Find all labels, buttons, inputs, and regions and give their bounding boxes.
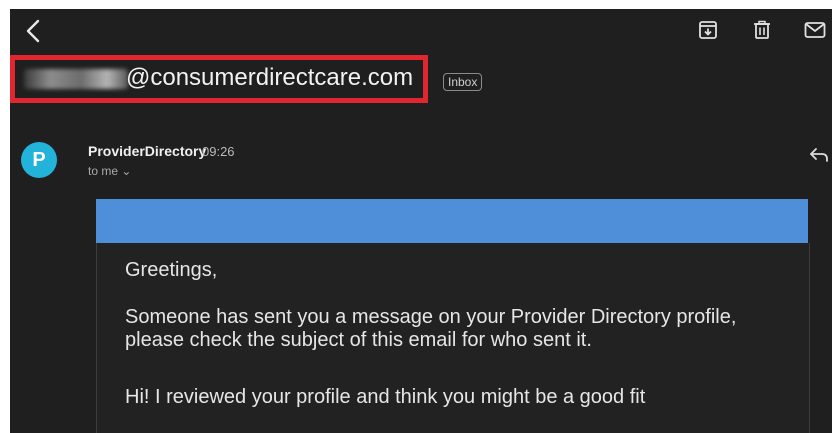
reply-icon [810, 148, 828, 162]
archive-icon [699, 21, 717, 39]
body-paragraph: Hi! I reviewed your profile and think yo… [125, 386, 646, 408]
email-view: @consumerdirectcare.com Inbox P Provider… [10, 9, 832, 433]
reply-button[interactable] [806, 142, 832, 168]
back-button[interactable] [18, 13, 48, 49]
redacted-email-prefix [24, 69, 128, 89]
subject-row: @consumerdirectcare.com Inbox [10, 55, 832, 103]
inbox-label-badge[interactable]: Inbox [443, 73, 483, 91]
message-time: 09:26 [202, 144, 235, 159]
mark-unread-button[interactable] [802, 17, 828, 43]
greeting-text: Greetings, [125, 259, 218, 281]
trash-icon [754, 20, 770, 39]
message-body: Greetings, Someone has sent you a messag… [96, 243, 810, 433]
subject-title: @consumerdirectcare.com [126, 64, 414, 91]
email-header-banner [96, 199, 808, 243]
delete-button[interactable] [749, 17, 775, 43]
sender-avatar[interactable]: P [21, 142, 57, 178]
recipient-details-toggle[interactable]: to me ⌄ [88, 164, 131, 178]
chevron-left-icon [26, 19, 40, 43]
mail-icon [804, 22, 826, 38]
body-paragraph: Someone has sent you a message on your P… [125, 306, 737, 351]
archive-button[interactable] [695, 17, 721, 43]
sender-name[interactable]: ProviderDirectory [88, 143, 206, 159]
